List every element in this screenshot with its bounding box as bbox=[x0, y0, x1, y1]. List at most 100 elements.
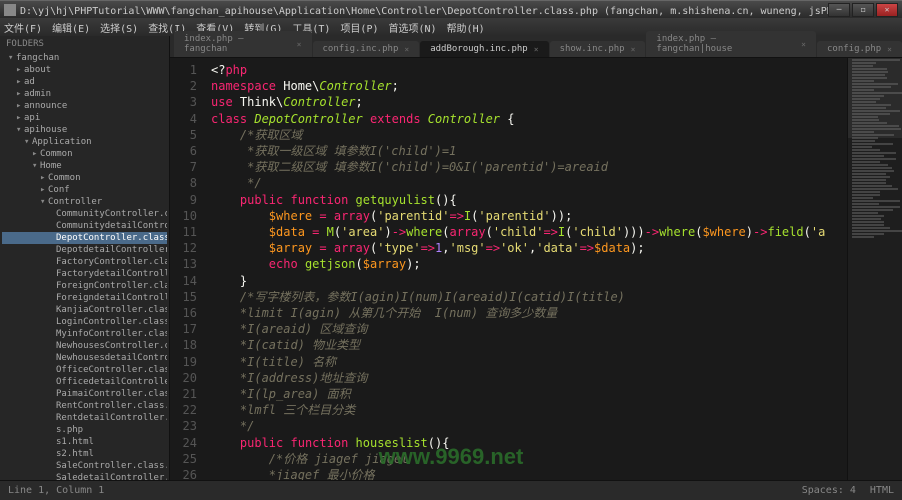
status-bar: Line 1, Column 1 Spaces: 4 HTML bbox=[0, 480, 902, 500]
tree-item[interactable]: DepotController.class.php bbox=[2, 232, 167, 244]
code-area[interactable]: <?phpnamespace Home\Controller;use Think… bbox=[205, 58, 847, 480]
status-language[interactable]: HTML bbox=[870, 485, 894, 496]
tab-label: index.php — fangchan bbox=[184, 34, 291, 54]
tab-close-icon[interactable]: × bbox=[297, 40, 302, 49]
editor-tab[interactable]: show.inc.php× bbox=[550, 41, 646, 57]
tree-arrow-icon: ▸ bbox=[16, 101, 24, 111]
window-title: D:\yj\hj\PHPTutorial\WWW\fangchan_apihou… bbox=[20, 2, 828, 17]
tab-close-icon[interactable]: × bbox=[887, 45, 892, 54]
tree-item-label: s1.html bbox=[56, 437, 94, 447]
menu-item[interactable]: 项目(P) bbox=[340, 20, 378, 35]
tree-item[interactable]: ▾Controller bbox=[2, 196, 167, 208]
tree-item[interactable]: FactoryController.class.php bbox=[2, 256, 167, 268]
tree-item[interactable]: OfficedetailController.class.php bbox=[2, 376, 167, 388]
editor-tab[interactable]: addBorough.inc.php × bbox=[420, 41, 548, 57]
menu-item[interactable]: 编辑(E) bbox=[52, 20, 90, 35]
tree-item[interactable]: ForeignController.class.php bbox=[2, 280, 167, 292]
window-titlebar: D:\yj\hj\PHPTutorial\WWW\fangchan_apihou… bbox=[0, 0, 902, 18]
close-button[interactable]: ✕ bbox=[876, 3, 898, 17]
tree-item-label: RentdetailController.class.php bbox=[56, 413, 167, 423]
tree-arrow-icon: ▾ bbox=[8, 53, 16, 63]
editor-tab[interactable]: index.php — fangchan × bbox=[174, 31, 312, 57]
tree-item-label: FactorydetailController.class.php bbox=[56, 269, 167, 279]
menu-item[interactable]: 文件(F) bbox=[4, 20, 42, 35]
editor-tab[interactable]: config.inc.php × bbox=[313, 41, 420, 57]
tree-item[interactable]: ▾fangchan bbox=[2, 52, 167, 64]
tab-close-icon[interactable]: × bbox=[404, 45, 409, 54]
tree-item-label: Application bbox=[32, 137, 92, 147]
maximize-button[interactable]: ◻ bbox=[852, 3, 874, 17]
tree-item-label: PaimaiController.class.php bbox=[56, 389, 167, 399]
tree-item[interactable]: CommunitydetailController.class.php bbox=[2, 220, 167, 232]
tree-item[interactable]: s2.html bbox=[2, 448, 167, 460]
tree-item-label: ad bbox=[24, 77, 35, 87]
editor-tab[interactable]: index.php — fangchan|house × bbox=[646, 31, 816, 57]
tree-item-label: Common bbox=[40, 149, 73, 159]
tree-item[interactable]: RentController.class.php bbox=[2, 400, 167, 412]
tree-item[interactable]: SaleController.class.php bbox=[2, 460, 167, 472]
line-gutter: 1234567891011121314151617181920212223242… bbox=[170, 58, 205, 480]
tree-item[interactable]: FactorydetailController.class.php bbox=[2, 268, 167, 280]
tree-item-label: s2.html bbox=[56, 449, 94, 459]
tab-close-icon[interactable]: × bbox=[534, 45, 539, 54]
tree-item[interactable]: ▸announce bbox=[2, 100, 167, 112]
tree-item[interactable]: ▸ad bbox=[2, 76, 167, 88]
tab-label: addBorough.inc.php bbox=[430, 44, 528, 54]
tree-item-label: apihouse bbox=[24, 125, 67, 135]
tab-bar: index.php — fangchan×config.inc.php×addB… bbox=[170, 36, 902, 58]
tree-item[interactable]: ▸Conf bbox=[2, 184, 167, 196]
tree-item[interactable]: KanjiaController.class.php bbox=[2, 304, 167, 316]
tree-arrow-icon: ▸ bbox=[32, 149, 40, 159]
menu-item[interactable]: 首选项(N) bbox=[389, 20, 437, 35]
editor-tab[interactable]: config.php× bbox=[817, 41, 902, 57]
tree-item[interactable]: NewhousesController.class.php bbox=[2, 340, 167, 352]
minimap-viewport[interactable] bbox=[848, 58, 902, 138]
tree-item-label: s.php bbox=[56, 425, 83, 435]
tree-item[interactable]: ▸admin bbox=[2, 88, 167, 100]
tab-close-icon[interactable]: × bbox=[631, 45, 636, 54]
tree-arrow-icon: ▸ bbox=[16, 89, 24, 99]
tree-item[interactable]: ForeigndetailController.class.php bbox=[2, 292, 167, 304]
tree-item-label: DepotdetailController.class.php bbox=[56, 245, 167, 255]
tree-item[interactable]: ▸Common bbox=[2, 148, 167, 160]
tree-item[interactable]: PaimaiController.class.php bbox=[2, 388, 167, 400]
minimize-button[interactable]: ─ bbox=[828, 3, 850, 17]
tree-item[interactable]: DepotdetailController.class.php bbox=[2, 244, 167, 256]
tree-item[interactable]: ▸api bbox=[2, 112, 167, 124]
minimap[interactable] bbox=[847, 58, 902, 480]
status-spaces[interactable]: Spaces: 4 bbox=[802, 485, 856, 496]
tree-item[interactable]: NewhousesdetailController.class.php bbox=[2, 352, 167, 364]
tab-close-icon[interactable]: × bbox=[801, 40, 806, 49]
tree-item[interactable]: ▸Common bbox=[2, 172, 167, 184]
tree-item-label: OfficeController.class.php bbox=[56, 365, 167, 375]
tree-arrow-icon: ▾ bbox=[24, 137, 32, 147]
menu-item[interactable]: 选择(S) bbox=[100, 20, 138, 35]
tree-item[interactable]: ▾apihouse bbox=[2, 124, 167, 136]
status-cursor[interactable]: Line 1, Column 1 bbox=[8, 485, 104, 496]
tree-arrow-icon: ▾ bbox=[32, 161, 40, 171]
menu-item[interactable]: 帮助(H) bbox=[447, 20, 485, 35]
tree-item[interactable]: ▾Home bbox=[2, 160, 167, 172]
tree-item[interactable]: OfficeController.class.php bbox=[2, 364, 167, 376]
tree-arrow-icon: ▸ bbox=[40, 185, 48, 195]
tree-item[interactable]: ▸about bbox=[2, 64, 167, 76]
tree-item[interactable]: s1.html bbox=[2, 436, 167, 448]
tree-item[interactable]: RentdetailController.class.php bbox=[2, 412, 167, 424]
tree-item-label: Common bbox=[48, 173, 81, 183]
tree-item-label: admin bbox=[24, 89, 51, 99]
tree-item-label: NewhousesdetailController.class.php bbox=[56, 353, 167, 363]
tree-item-label: SaledetailController.class.php bbox=[56, 473, 167, 480]
tree-item[interactable]: CommunityController.class.php bbox=[2, 208, 167, 220]
tab-label: index.php — fangchan|house bbox=[656, 34, 795, 54]
tree-item[interactable]: LoginController.class.php bbox=[2, 316, 167, 328]
tree-item-label: DepotController.class.php bbox=[56, 233, 167, 243]
tab-label: config.inc.php bbox=[323, 44, 399, 54]
tree-item[interactable]: SaledetailController.class.php bbox=[2, 472, 167, 480]
tree-arrow-icon: ▸ bbox=[16, 65, 24, 75]
tree-item-label: fangchan bbox=[16, 53, 59, 63]
tree-item[interactable]: MyinfoController.class.php bbox=[2, 328, 167, 340]
tree-item[interactable]: ▾Application bbox=[2, 136, 167, 148]
app-icon bbox=[4, 4, 16, 16]
tree-item-label: OfficedetailController.class.php bbox=[56, 377, 167, 387]
tree-item[interactable]: s.php bbox=[2, 424, 167, 436]
